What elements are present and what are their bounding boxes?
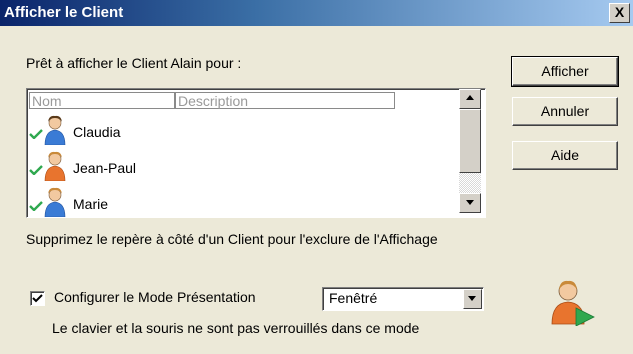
dropdown-button[interactable] [463, 289, 482, 309]
show-button[interactable]: Afficher [511, 56, 619, 87]
dialog-window: Afficher le Client X Prêt à afficher le … [0, 0, 633, 354]
chevron-down-icon [468, 296, 476, 301]
list-item[interactable]: Marie [27, 187, 457, 217]
user-avatar-icon [44, 151, 66, 181]
hint-text: Supprimez le repère à côté d'un Client p… [26, 231, 438, 247]
cancel-button[interactable]: Annuler [512, 97, 618, 126]
user-avatar-icon [44, 115, 66, 145]
window-title: Afficher le Client [4, 4, 124, 21]
scroll-thumb[interactable] [459, 109, 481, 173]
prompt-label: Prêt à afficher le Client Alain pour : [26, 55, 242, 71]
help-button[interactable]: Aide [512, 141, 618, 170]
close-button[interactable]: X [609, 3, 630, 23]
scroll-down-button[interactable] [459, 193, 481, 213]
display-mode-value: Fenêtré [329, 290, 378, 306]
client-name: Claudia [73, 124, 121, 140]
vertical-scrollbar[interactable] [459, 89, 481, 213]
presentation-mode-checkbox[interactable] [30, 291, 45, 306]
display-mode-select[interactable]: Fenêtré [322, 287, 484, 311]
client-listbox[interactable]: Nom Description Claudia Jean-Paul Marie [26, 88, 486, 218]
presentation-mode-label[interactable]: Configurer le Mode Présentation [54, 289, 256, 305]
column-header-description[interactable]: Description [175, 92, 395, 109]
client-name: Marie [73, 196, 109, 212]
scroll-up-button[interactable] [459, 89, 481, 109]
presentation-note: Le clavier et la souris ne sont pas verr… [52, 320, 420, 336]
check-icon[interactable] [29, 201, 43, 211]
arrow-up-icon [466, 95, 474, 100]
check-icon[interactable] [29, 129, 43, 139]
column-header-name[interactable]: Nom [29, 92, 175, 109]
show-client-icon [551, 280, 595, 326]
title-bar: Afficher le Client X [0, 0, 633, 26]
list-item[interactable]: Jean-Paul [27, 151, 457, 187]
client-name: Jean-Paul [73, 160, 137, 176]
user-avatar-icon [44, 187, 66, 217]
list-item[interactable]: Claudia [27, 115, 457, 151]
arrow-down-icon [466, 200, 474, 205]
checkmark-icon [32, 294, 43, 303]
check-icon[interactable] [29, 165, 43, 175]
scroll-track[interactable] [459, 173, 481, 193]
